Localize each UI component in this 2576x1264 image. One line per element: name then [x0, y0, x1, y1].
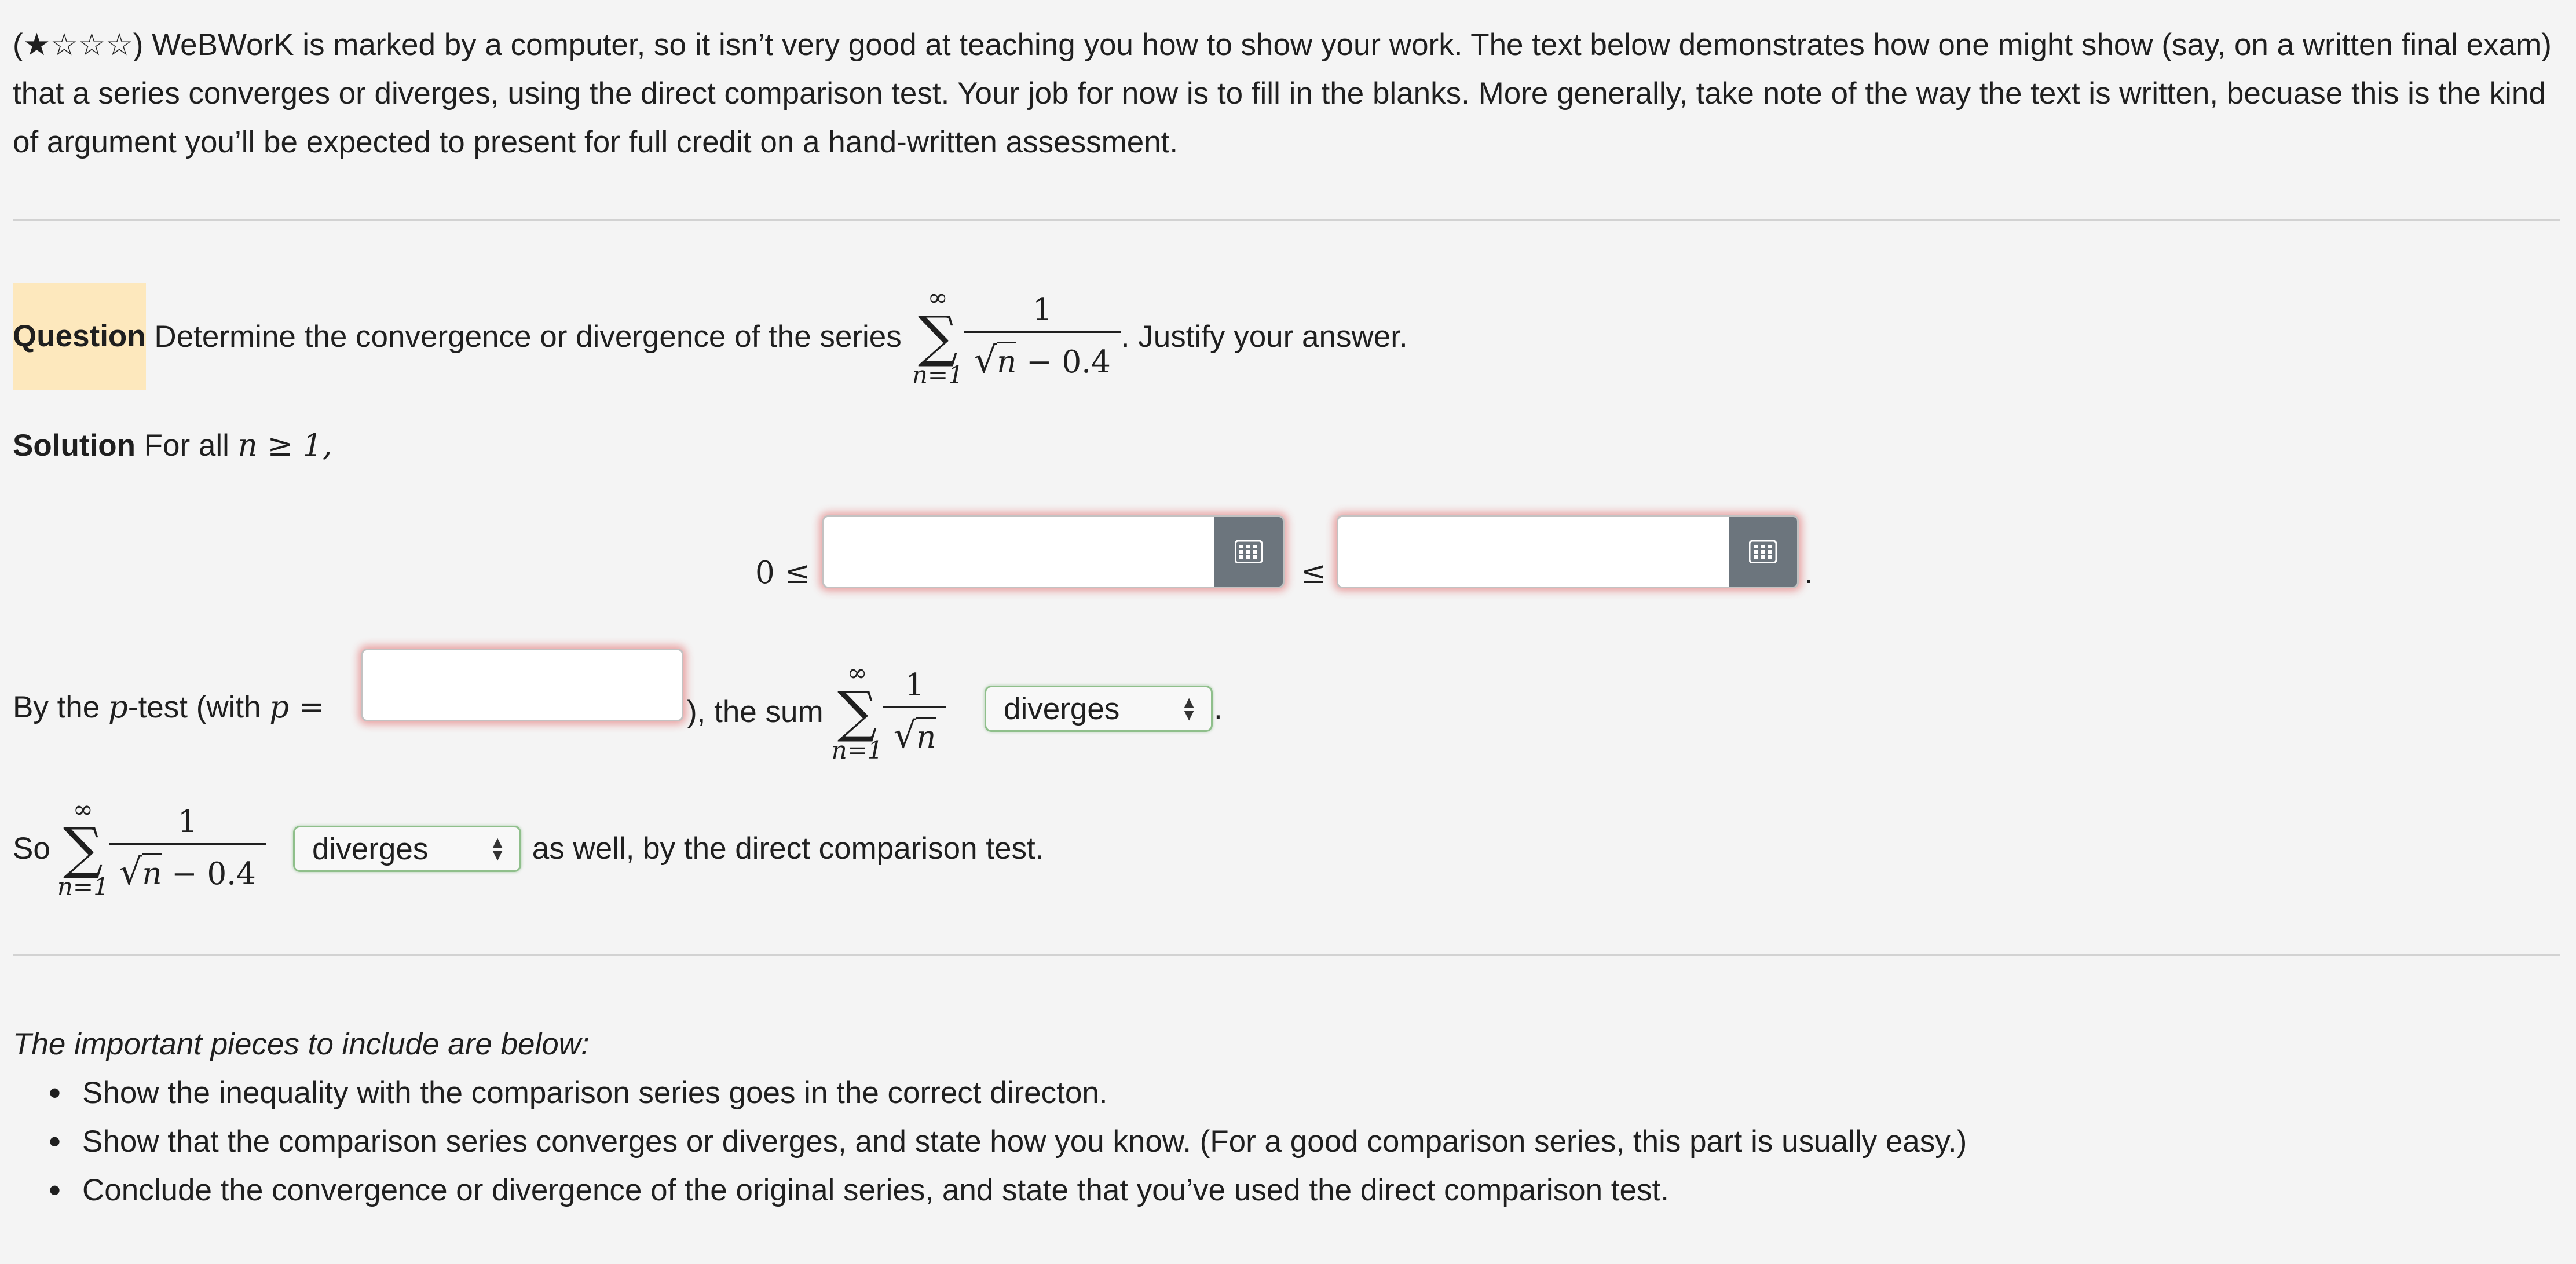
ptest-sum-group: ), the sum ∞ ∑ n=1 1 √n	[687, 658, 947, 765]
intro-paragraph: (★☆☆☆) WeBWorK is marked by a computer, …	[13, 21, 2561, 167]
difficulty-stars: (★☆☆☆)	[13, 28, 144, 62]
sum-lower: n=1	[912, 361, 964, 389]
denominator-tail: − 0.4	[162, 856, 256, 892]
ptest-prefix-text: By the	[13, 690, 108, 724]
keyboard-icon	[1235, 540, 1263, 563]
sum-lower: n=1	[57, 873, 109, 901]
divider-top	[13, 219, 2560, 221]
ptest-p2: p	[269, 690, 290, 725]
conclusion-line: So ∞ ∑ n=1 1 √n − 0.4	[13, 794, 266, 902]
list-item: Show the inequality with the comparison …	[13, 1069, 2561, 1118]
original-series-select[interactable]: diverges ▲ ▼	[293, 826, 521, 872]
ptest-period: .	[1214, 691, 1223, 726]
updown-arrows-icon: ▲ ▼	[1181, 693, 1197, 724]
radicand: n	[916, 716, 936, 755]
question-line: Question Determine the convergence or di…	[13, 283, 1408, 390]
keyboard-icon	[1749, 540, 1777, 563]
updown-arrows-icon: ▲ ▼	[489, 833, 506, 864]
list-item: Show that the comparison series converge…	[13, 1118, 2561, 1166]
sigma-symbol: ∑	[918, 304, 958, 369]
conclusion-series-sum: ∞ ∑ n=1	[57, 797, 109, 899]
conclusion-so: So	[13, 831, 50, 866]
solution-line: Solution For all n ≥ 1,	[13, 423, 332, 469]
term-denominator: √n − 0.4	[963, 331, 1121, 381]
select-value: diverges	[1004, 691, 1120, 726]
question-series-term: 1 √n − 0.4	[963, 292, 1121, 381]
question-label: Question	[13, 283, 146, 390]
intro-text: WeBWorK is marked by a computer, so it i…	[13, 28, 2552, 159]
sigma-symbol: ∑	[63, 816, 103, 881]
question-series-sum: ∞ ∑ n=1	[912, 285, 964, 387]
solution-text: For all	[135, 428, 238, 463]
inequality-period: .	[1805, 556, 1813, 590]
question-text: Determine the convergence or divergence …	[145, 319, 902, 354]
solution-label: Solution	[13, 428, 136, 463]
radicand: n	[997, 341, 1017, 380]
ptest-mid-text: -test (with	[127, 690, 270, 724]
p-value-answer	[361, 649, 683, 721]
lower-bound-input[interactable]	[824, 517, 1214, 587]
math-keyboard-button-1[interactable]	[1214, 517, 1283, 587]
question-tail: . Justify your answer.	[1121, 319, 1408, 354]
sigma-symbol: ∑	[837, 679, 877, 744]
inequality-le: ≤	[1301, 555, 1327, 591]
ptest-series-sum: ∞ ∑ n=1	[832, 661, 883, 763]
sum-lower: n=1	[831, 736, 883, 764]
upper-bound-input[interactable]	[1338, 517, 1729, 587]
ptest-after-text: ), the sum	[687, 694, 824, 729]
comparison-series-select[interactable]: diverges ▲ ▼	[985, 686, 1213, 732]
select-value: diverges	[312, 831, 429, 866]
important-list: Show the inequality with the comparison …	[13, 1069, 2561, 1215]
conclusion-tail: as well, by the direct comparison test.	[524, 831, 1044, 866]
inequality-zero: 0 ≤	[755, 555, 810, 591]
p-value-input[interactable]	[363, 650, 682, 720]
list-item: Conclude the convergence or divergence o…	[13, 1166, 2561, 1215]
term-numerator: 1	[905, 667, 925, 703]
math-keyboard-button-2[interactable]	[1729, 517, 1797, 587]
ptest-prefix: By the p-test (with p =	[13, 684, 325, 731]
term-numerator: 1	[177, 804, 197, 840]
important-heading: The important pieces to include are belo…	[13, 1027, 590, 1061]
radicand: n	[142, 853, 162, 892]
ptest-p: p	[108, 690, 128, 725]
ptest-equals: =	[289, 690, 325, 725]
ptest-series-term: 1 √n	[883, 668, 947, 756]
term-denominator: √n	[883, 706, 947, 756]
upper-bound-answer	[1337, 515, 1799, 588]
divider-bottom	[13, 954, 2560, 956]
term-numerator: 1	[1032, 292, 1052, 328]
denominator-tail: − 0.4	[1016, 344, 1111, 380]
solution-condition: n ≥ 1,	[237, 428, 332, 463]
term-denominator: √n − 0.4	[108, 842, 266, 893]
lower-bound-answer	[822, 515, 1285, 588]
conclusion-series-term: 1 √n − 0.4	[108, 804, 266, 893]
